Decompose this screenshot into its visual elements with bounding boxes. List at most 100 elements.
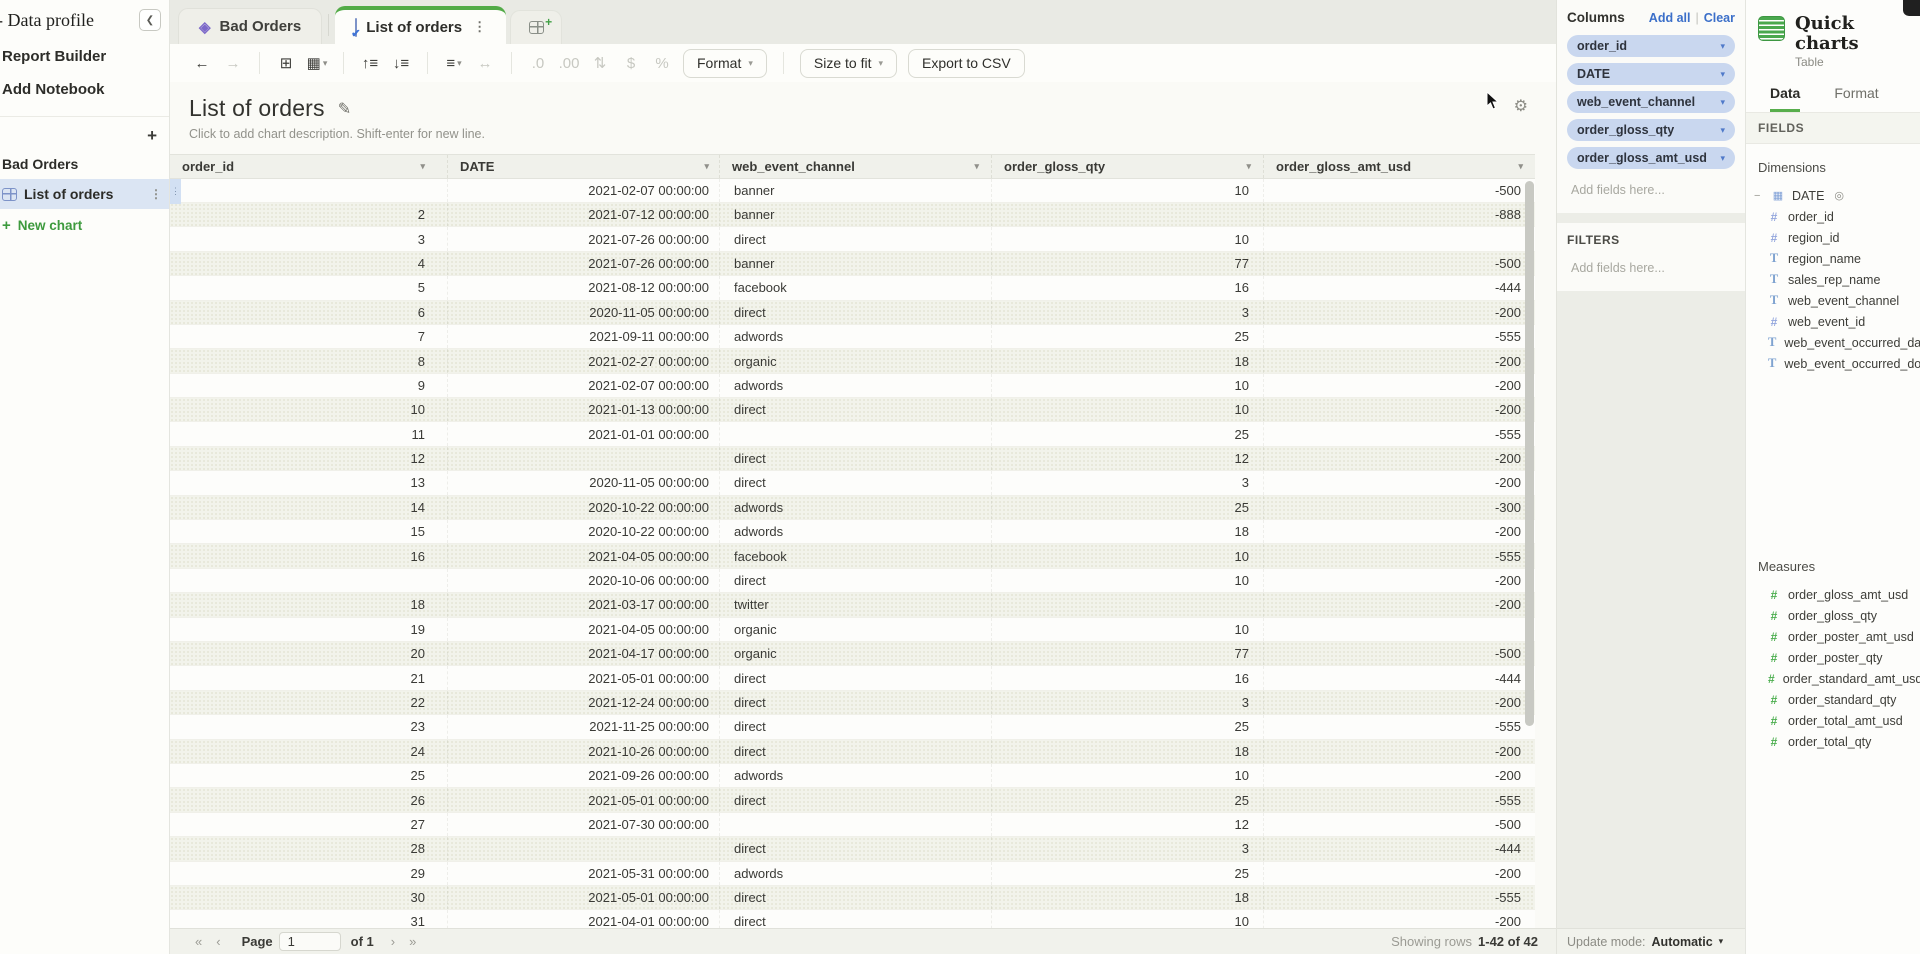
cell-order_id[interactable]: 7 [170,325,448,348]
cell-web_event_channel[interactable]: direct [720,837,992,860]
cell-order_gloss_qty[interactable]: 77 [992,252,1264,275]
cell-order_id[interactable]: 13 [170,471,448,494]
cell-DATE[interactable]: 2021-02-27 00:00:00 [448,349,720,372]
cell-order_id[interactable]: 8 [170,349,448,372]
last-page-button[interactable]: » [402,934,423,949]
cell-order_gloss_amt_usd[interactable]: -555 [1264,886,1535,909]
cell-order_gloss_qty[interactable]: 16 [992,666,1264,689]
cell-web_event_channel[interactable]: banner [720,179,992,202]
dimension-web_event_occurred_date[interactable]: Tweb_event_occurred_date [1746,332,1920,353]
cell-order_gloss_qty[interactable] [992,203,1264,226]
cell-DATE[interactable]: 2021-04-01 00:00:00 [448,910,720,928]
cell-order_gloss_qty[interactable]: 18 [992,349,1264,372]
dimension-web_event_id[interactable]: #web_event_id [1746,311,1920,332]
dimension-region_id[interactable]: #region_id [1746,227,1920,248]
cell-order_gloss_qty[interactable]: 18 [992,520,1264,543]
scrollbar-thumb[interactable] [1525,181,1534,726]
cell-web_event_channel[interactable]: direct [720,227,992,250]
cell-web_event_channel[interactable]: organic [720,349,992,372]
cell-order_gloss_qty[interactable]: 3 [992,471,1264,494]
cell-order_gloss_amt_usd[interactable]: -200 [1264,471,1535,494]
export-csv-button[interactable]: Export to CSV [908,49,1025,78]
cell-order_gloss_amt_usd[interactable]: -200 [1264,349,1535,372]
cell-web_event_channel[interactable]: banner [720,252,992,275]
cell-web_event_channel[interactable]: direct [720,715,992,738]
cell-order_id[interactable]: 19 [170,618,448,641]
add-section-button[interactable]: + [147,129,157,143]
cell-web_event_channel[interactable]: adwords [720,520,992,543]
cell-web_event_channel[interactable]: adwords [720,496,992,519]
cell-web_event_channel[interactable]: adwords [720,325,992,348]
column-pill-order_gloss_qty[interactable]: order_gloss_qty▾ [1567,119,1735,141]
cell-order_gloss_qty[interactable]: 18 [992,886,1264,909]
cell-DATE[interactable]: 2020-10-06 00:00:00 [448,569,720,592]
cell-order_gloss_amt_usd[interactable]: -555 [1264,325,1535,348]
cell-order_gloss_qty[interactable]: 10 [992,398,1264,421]
cell-order_id[interactable]: 15 [170,520,448,543]
cell-web_event_channel[interactable]: direct [720,301,992,324]
cell-order_gloss_amt_usd[interactable]: -444 [1264,837,1535,860]
cell-order_gloss_amt_usd[interactable]: -200 [1264,691,1535,714]
hierarchy-toggle-icon[interactable]: − [1754,190,1764,202]
cell-order_gloss_qty[interactable]: 16 [992,276,1264,299]
dimension-web_event_occurred_do_w_n[interactable]: Tweb_event_occurred_do_w_n [1746,353,1920,374]
cell-order_gloss_qty[interactable]: 10 [992,569,1264,592]
cell-web_event_channel[interactable]: banner [720,203,992,226]
chart-description-placeholder[interactable]: Click to add chart description. Shift-en… [170,124,1556,148]
filters-add-fields-placeholder[interactable]: Add fields here... [1567,259,1735,277]
cell-order_gloss_qty[interactable]: 25 [992,496,1264,519]
cell-order_id[interactable]: 26 [170,788,448,811]
item-menu-icon[interactable]: ⋮ [150,187,163,201]
measure-order_poster_qty[interactable]: #order_poster_qty [1746,647,1920,668]
cell-order_id[interactable]: 3 [170,227,448,250]
cell-order_gloss_amt_usd[interactable]: -200 [1264,910,1535,928]
cell-order_gloss_qty[interactable]: 10 [992,227,1264,250]
cell-web_event_channel[interactable]: facebook [720,544,992,567]
cell-order_gloss_amt_usd[interactable]: -200 [1264,569,1535,592]
cell-order_id[interactable]: 23 [170,715,448,738]
sort-caret-icon[interactable]: ▾ [1240,161,1251,172]
tab-menu-icon[interactable]: ⋮ [473,19,486,35]
update-mode-select[interactable]: Automatic [1652,935,1713,949]
chevron-down-icon[interactable]: ▾ [1714,125,1725,136]
table-scrollbar[interactable] [1525,181,1534,901]
cell-order_id[interactable]: 31 [170,910,448,928]
sort-caret-icon[interactable]: ▾ [414,161,425,172]
cell-order_gloss_amt_usd[interactable]: -444 [1264,666,1535,689]
cell-order_gloss_qty[interactable]: 25 [992,325,1264,348]
column-header-web_event_channel[interactable]: web_event_channel▾ [720,155,992,178]
measure-order_gloss_qty[interactable]: #order_gloss_qty [1746,605,1920,626]
column-header-order_gloss_qty[interactable]: order_gloss_qty▾ [992,155,1264,178]
chart-title[interactable]: List of orders [189,95,325,122]
cell-order_gloss_amt_usd[interactable]: -555 [1264,544,1535,567]
cell-web_event_channel[interactable]: direct [720,740,992,763]
cell-order_id[interactable]: 24 [170,740,448,763]
cell-DATE[interactable]: 2021-05-01 00:00:00 [448,666,720,689]
cell-web_event_channel[interactable]: direct [720,886,992,909]
cell-DATE[interactable]: 2021-07-12 00:00:00 [448,203,720,226]
sidebar-item-bad-orders[interactable]: Bad Orders [0,149,169,179]
cell-order_gloss_amt_usd[interactable]: -300 [1264,496,1535,519]
cell-order_gloss_amt_usd[interactable]: -200 [1264,520,1535,543]
cell-order_gloss_qty[interactable]: 25 [992,862,1264,885]
cell-DATE[interactable]: 2021-11-25 00:00:00 [448,715,720,738]
sidebar-item-list-of-orders[interactable]: List of orders ⋮ [0,179,169,209]
cell-DATE[interactable]: 2021-02-07 00:00:00 [448,374,720,397]
cell-order_gloss_qty[interactable]: 10 [992,374,1264,397]
cell-DATE[interactable]: 2021-12-24 00:00:00 [448,691,720,714]
clear-link[interactable]: Clear [1704,11,1735,25]
cell-web_event_channel[interactable]: organic [720,618,992,641]
cell-order_gloss_qty[interactable]: 77 [992,642,1264,665]
cell-order_gloss_qty[interactable]: 10 [992,764,1264,787]
cell-order_gloss_amt_usd[interactable]: -500 [1264,252,1535,275]
back-icon[interactable]: ← [188,50,216,76]
column-header-order_gloss_amt_usd[interactable]: order_gloss_amt_usd▾ [1264,155,1535,178]
cell-order_gloss_amt_usd[interactable]: -200 [1264,374,1535,397]
tab-bad-orders[interactable]: ◈ Bad Orders [178,8,322,44]
cell-order_gloss_qty[interactable]: 3 [992,837,1264,860]
cell-order_gloss_amt_usd[interactable]: -200 [1264,447,1535,470]
cell-DATE[interactable]: 2021-04-05 00:00:00 [448,618,720,641]
cell-order_gloss_qty[interactable]: 25 [992,788,1264,811]
cell-DATE[interactable]: 2021-09-11 00:00:00 [448,325,720,348]
cell-web_event_channel[interactable]: direct [720,447,992,470]
